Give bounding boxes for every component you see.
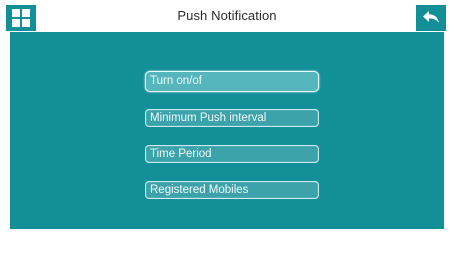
back-arrow-icon — [423, 11, 439, 23]
top-bar: Push Notification — [0, 0, 454, 32]
push-notification-screen: Push Notification Turn on/of Minimum Pus… — [0, 0, 454, 263]
grid-cell — [12, 19, 20, 27]
menu-button[interactable] — [6, 5, 36, 31]
settings-panel: Turn on/of Minimum Push interval Time Pe… — [10, 32, 444, 229]
grid-icon — [12, 9, 30, 27]
turn-on-off-button[interactable]: Turn on/of — [145, 71, 319, 92]
time-period-button[interactable]: Time Period — [145, 145, 319, 163]
grid-cell — [22, 19, 30, 27]
back-button[interactable] — [416, 5, 446, 31]
grid-cell — [22, 9, 30, 17]
grid-cell — [12, 9, 20, 17]
registered-mobiles-button[interactable]: Registered Mobiles — [145, 181, 319, 199]
page-title: Push Notification — [177, 8, 277, 23]
footer-area — [10, 229, 444, 263]
minimum-push-interval-button[interactable]: Minimum Push interval — [145, 109, 319, 127]
